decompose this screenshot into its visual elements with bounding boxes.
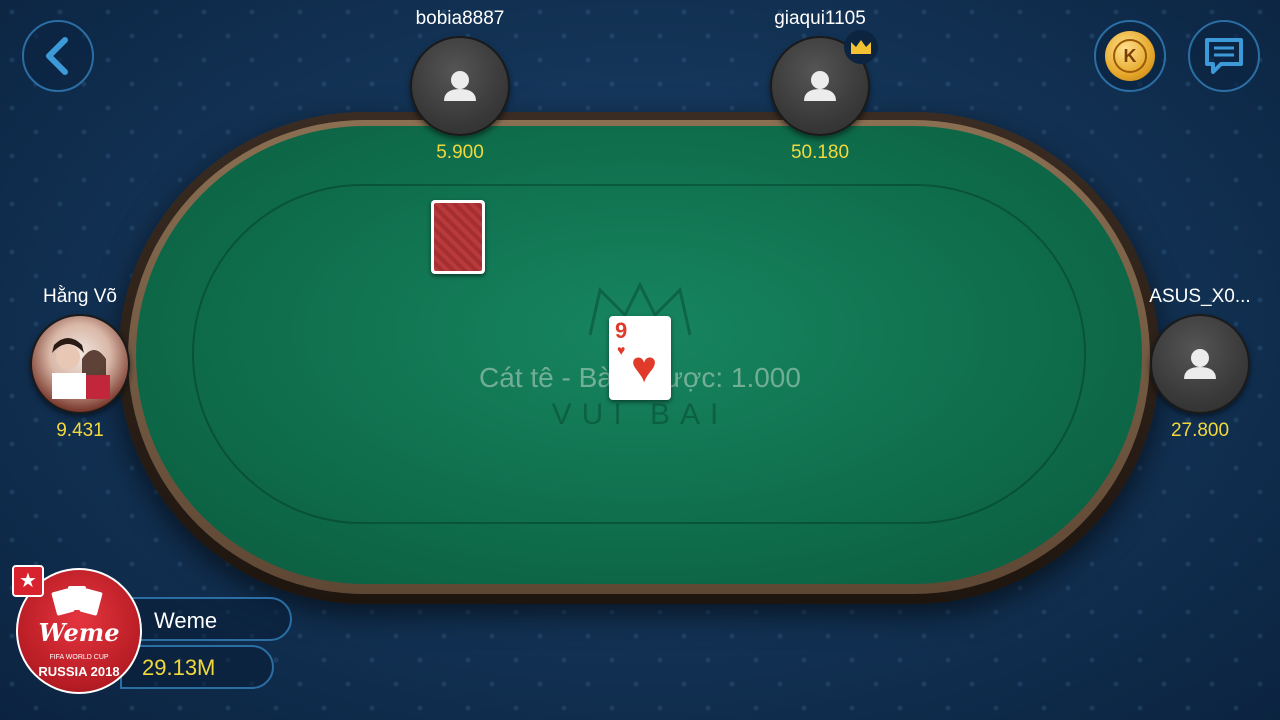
player-money: 27.800 — [1170, 420, 1230, 441]
user-icon — [1184, 349, 1216, 379]
card-suit-small: ♥ — [617, 342, 626, 358]
player-seat-top-right[interactable]: giaqui1105 50.180 — [760, 8, 880, 164]
coin-button[interactable]: K — [1094, 20, 1166, 92]
avatar-photo[interactable] — [30, 314, 130, 414]
photo-icon — [52, 338, 110, 399]
back-button[interactable] — [22, 20, 94, 92]
card-rank: 9 — [615, 318, 628, 343]
crown-icon — [844, 30, 878, 64]
player-seat-top-left[interactable]: bobia8887 5.900 — [400, 8, 520, 164]
logo-sub: FIFA WORLD CUP — [49, 654, 109, 661]
coin-icon: K — [1105, 31, 1155, 81]
player-name: ASUS_X0... — [1149, 286, 1251, 307]
coin-label: K — [1123, 45, 1137, 66]
my-money: 29.13M — [142, 655, 216, 680]
my-money-pill: 29.13M — [120, 645, 274, 689]
chevron-left-icon — [46, 37, 68, 75]
player-money: 5.900 — [436, 142, 484, 163]
played-card: 9 ♥ ♥ — [609, 316, 671, 400]
player-name: bobia8887 — [415, 8, 505, 29]
player-money: 9.431 — [56, 420, 104, 441]
player-name: Hằng Võ — [43, 286, 117, 307]
watermark-text: VUI BAI — [551, 398, 729, 431]
avatar[interactable] — [410, 36, 510, 136]
avatar[interactable] — [770, 30, 878, 136]
player-name: giaqui1105 — [774, 8, 866, 29]
chat-icon — [1205, 38, 1243, 74]
card-back — [431, 200, 485, 274]
player-money: 50.180 — [790, 142, 850, 163]
logo-bottom: RUSSIA 2018 — [38, 664, 120, 679]
chat-button[interactable] — [1188, 20, 1260, 92]
user-icon — [444, 71, 476, 101]
my-name: Weme — [154, 608, 218, 633]
star-badge-icon: ★ — [12, 565, 44, 597]
user-icon — [804, 71, 836, 101]
avatar[interactable] — [1150, 314, 1250, 414]
logo-text: Weme — [38, 618, 120, 647]
player-seat-left[interactable]: Hằng Võ 9.431 — [20, 286, 140, 442]
card-suit-large: ♥ — [631, 343, 658, 392]
player-seat-right[interactable]: ASUS_X0... 27.800 — [1140, 286, 1260, 442]
my-name-pill: Weme — [120, 597, 292, 641]
